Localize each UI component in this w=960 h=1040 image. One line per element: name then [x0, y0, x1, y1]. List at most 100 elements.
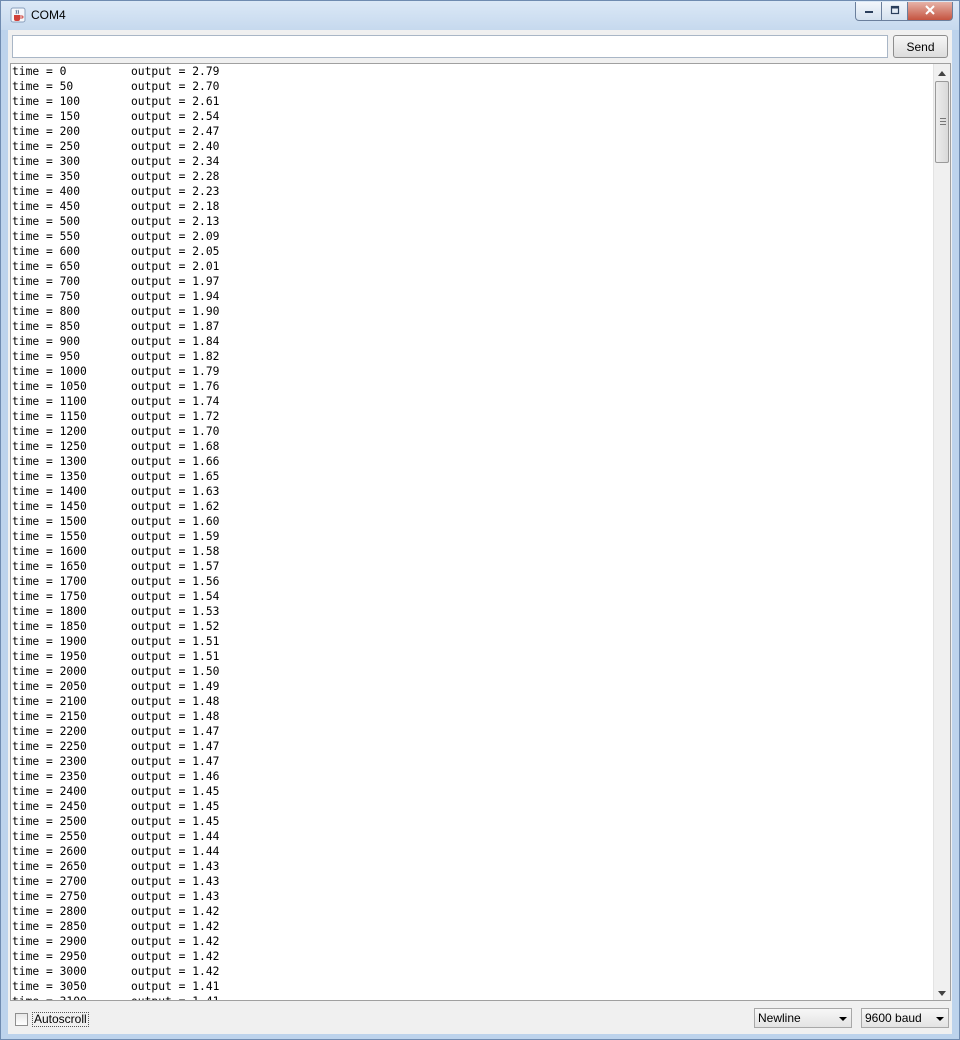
log-output: output = 2.54	[131, 110, 220, 123]
close-button[interactable]	[908, 2, 953, 21]
log-line: time = 900 output = 1.84	[12, 334, 932, 349]
log-output: output = 2.61	[131, 95, 220, 108]
log-output: output = 1.43	[131, 875, 220, 888]
log-line: time = 3050 output = 1.41	[12, 979, 932, 994]
log-time: time = 2200	[12, 725, 87, 738]
log-time: time = 2150	[12, 710, 87, 723]
log-time: time = 2450	[12, 800, 87, 813]
output-log: time = 0 output = 2.79 time = 50 output = 2…	[12, 64, 932, 1000]
restore-button[interactable]	[882, 2, 908, 21]
log-output: output = 2.70	[131, 80, 220, 93]
log-time: time = 1750	[12, 590, 87, 603]
log-time: time = 3000	[12, 965, 87, 978]
log-line: time = 1200 output = 1.70	[12, 424, 932, 439]
log-line: time = 1550 output = 1.59	[12, 529, 932, 544]
log-time: time = 2250	[12, 740, 87, 753]
log-output: output = 1.47	[131, 725, 220, 738]
caption-buttons	[855, 2, 953, 22]
log-time: time = 900	[12, 335, 81, 348]
log-time: time = 3100	[12, 994, 131, 1000]
log-line: time = 150 output = 2.54	[12, 109, 932, 124]
log-line: time = 2900 output = 1.42	[12, 934, 932, 949]
log-line: time = 250 output = 2.40	[12, 139, 932, 154]
chevron-up-icon	[938, 65, 946, 79]
log-line: time = 2400 output = 1.45	[12, 784, 932, 799]
baud-rate-select[interactable]: 9600 baud	[861, 1008, 949, 1028]
log-output: output = 2.47	[131, 125, 220, 138]
log-output: output = 2.09	[131, 230, 220, 243]
log-time: time = 2850	[12, 920, 87, 933]
send-input[interactable]	[12, 35, 888, 58]
scroll-down-button[interactable]	[934, 984, 950, 1000]
log-line: time = 700 output = 1.97	[12, 274, 932, 289]
log-time: time = 2750	[12, 890, 87, 903]
log-time: time = 1200	[12, 425, 87, 438]
serial-output[interactable]: time = 0 output = 2.79 time = 50 output = 2…	[10, 63, 951, 1001]
log-line: time = 1950 output = 1.51	[12, 649, 932, 664]
log-line: time = 2500 output = 1.45	[12, 814, 932, 829]
log-output: output = 2.18	[131, 200, 220, 213]
scroll-up-button[interactable]	[934, 64, 950, 80]
log-output: output = 1.65	[131, 470, 220, 483]
log-output: output = 1.97	[131, 275, 220, 288]
log-output: output = 1.51	[131, 650, 220, 663]
log-output: output = 1.56	[131, 575, 220, 588]
log-output: output = 1.45	[131, 800, 220, 813]
serial-monitor-window: COM4 Send time = 0 output = 2.79 time = …	[0, 0, 960, 1040]
log-output: output = 1.44	[131, 830, 220, 843]
log-time: time = 2350	[12, 770, 87, 783]
minimize-button[interactable]	[855, 2, 882, 21]
log-line: time = 1500 output = 1.60	[12, 514, 932, 529]
log-time: time = 1000	[12, 365, 87, 378]
line-ending-select[interactable]: Newline	[754, 1008, 852, 1028]
scroll-thumb[interactable]	[935, 81, 949, 163]
log-time: time = 1950	[12, 650, 87, 663]
log-output: output = 1.41	[131, 994, 219, 1000]
log-output: output = 2.01	[131, 260, 220, 273]
baud-rate-value: 9600 baud	[865, 1011, 922, 1025]
log-output: output = 1.46	[131, 770, 220, 783]
log-time: time = 650	[12, 260, 81, 273]
log-line: time = 1650 output = 1.57	[12, 559, 932, 574]
log-line: time = 2050 output = 1.49	[12, 679, 932, 694]
log-line: time = 350 output = 2.28	[12, 169, 932, 184]
send-button[interactable]: Send	[893, 35, 948, 58]
log-line: time = 1100 output = 1.74	[12, 394, 932, 409]
log-time: time = 1900	[12, 635, 87, 648]
log-line: time = 800 output = 1.90	[12, 304, 932, 319]
log-line: time = 1800 output = 1.53	[12, 604, 932, 619]
log-line: time = 1300 output = 1.66	[12, 454, 932, 469]
log-line: time = 1700 output = 1.56	[12, 574, 932, 589]
log-output: output = 1.90	[131, 305, 220, 318]
log-time: time = 1050	[12, 380, 87, 393]
log-time: time = 750	[12, 290, 81, 303]
log-output: output = 1.58	[131, 545, 220, 558]
log-output: output = 1.66	[131, 455, 220, 468]
log-output: output = 1.48	[131, 710, 220, 723]
log-time: time = 200	[12, 125, 81, 138]
vertical-scrollbar[interactable]	[933, 64, 950, 1000]
log-line: time = 3100output = 1.41	[12, 994, 932, 1000]
log-line: time = 1600 output = 1.58	[12, 544, 932, 559]
log-output: output = 1.42	[131, 905, 220, 918]
autoscroll-checkbox[interactable]	[15, 1012, 28, 1026]
log-time: time = 2400	[12, 785, 87, 798]
autoscroll-toggle[interactable]: Autoscroll	[15, 1011, 89, 1027]
log-line: time = 1400 output = 1.63	[12, 484, 932, 499]
log-time: time = 150	[12, 110, 81, 123]
log-line: time = 600 output = 2.05	[12, 244, 932, 259]
log-output: output = 1.60	[131, 515, 220, 528]
log-output: output = 1.42	[131, 950, 220, 963]
title-bar[interactable]: COM4	[1, 1, 959, 30]
log-time: time = 1300	[12, 455, 87, 468]
window-title: COM4	[31, 8, 66, 22]
log-time: time = 950	[12, 350, 81, 363]
log-line: time = 50 output = 2.70	[12, 79, 932, 94]
log-output: output = 1.53	[131, 605, 220, 618]
log-output: output = 1.76	[131, 380, 220, 393]
log-output: output = 1.47	[131, 755, 220, 768]
log-output: output = 1.43	[131, 890, 220, 903]
log-line: time = 2850 output = 1.42	[12, 919, 932, 934]
log-output: output = 1.63	[131, 485, 220, 498]
log-line: time = 2000 output = 1.50	[12, 664, 932, 679]
